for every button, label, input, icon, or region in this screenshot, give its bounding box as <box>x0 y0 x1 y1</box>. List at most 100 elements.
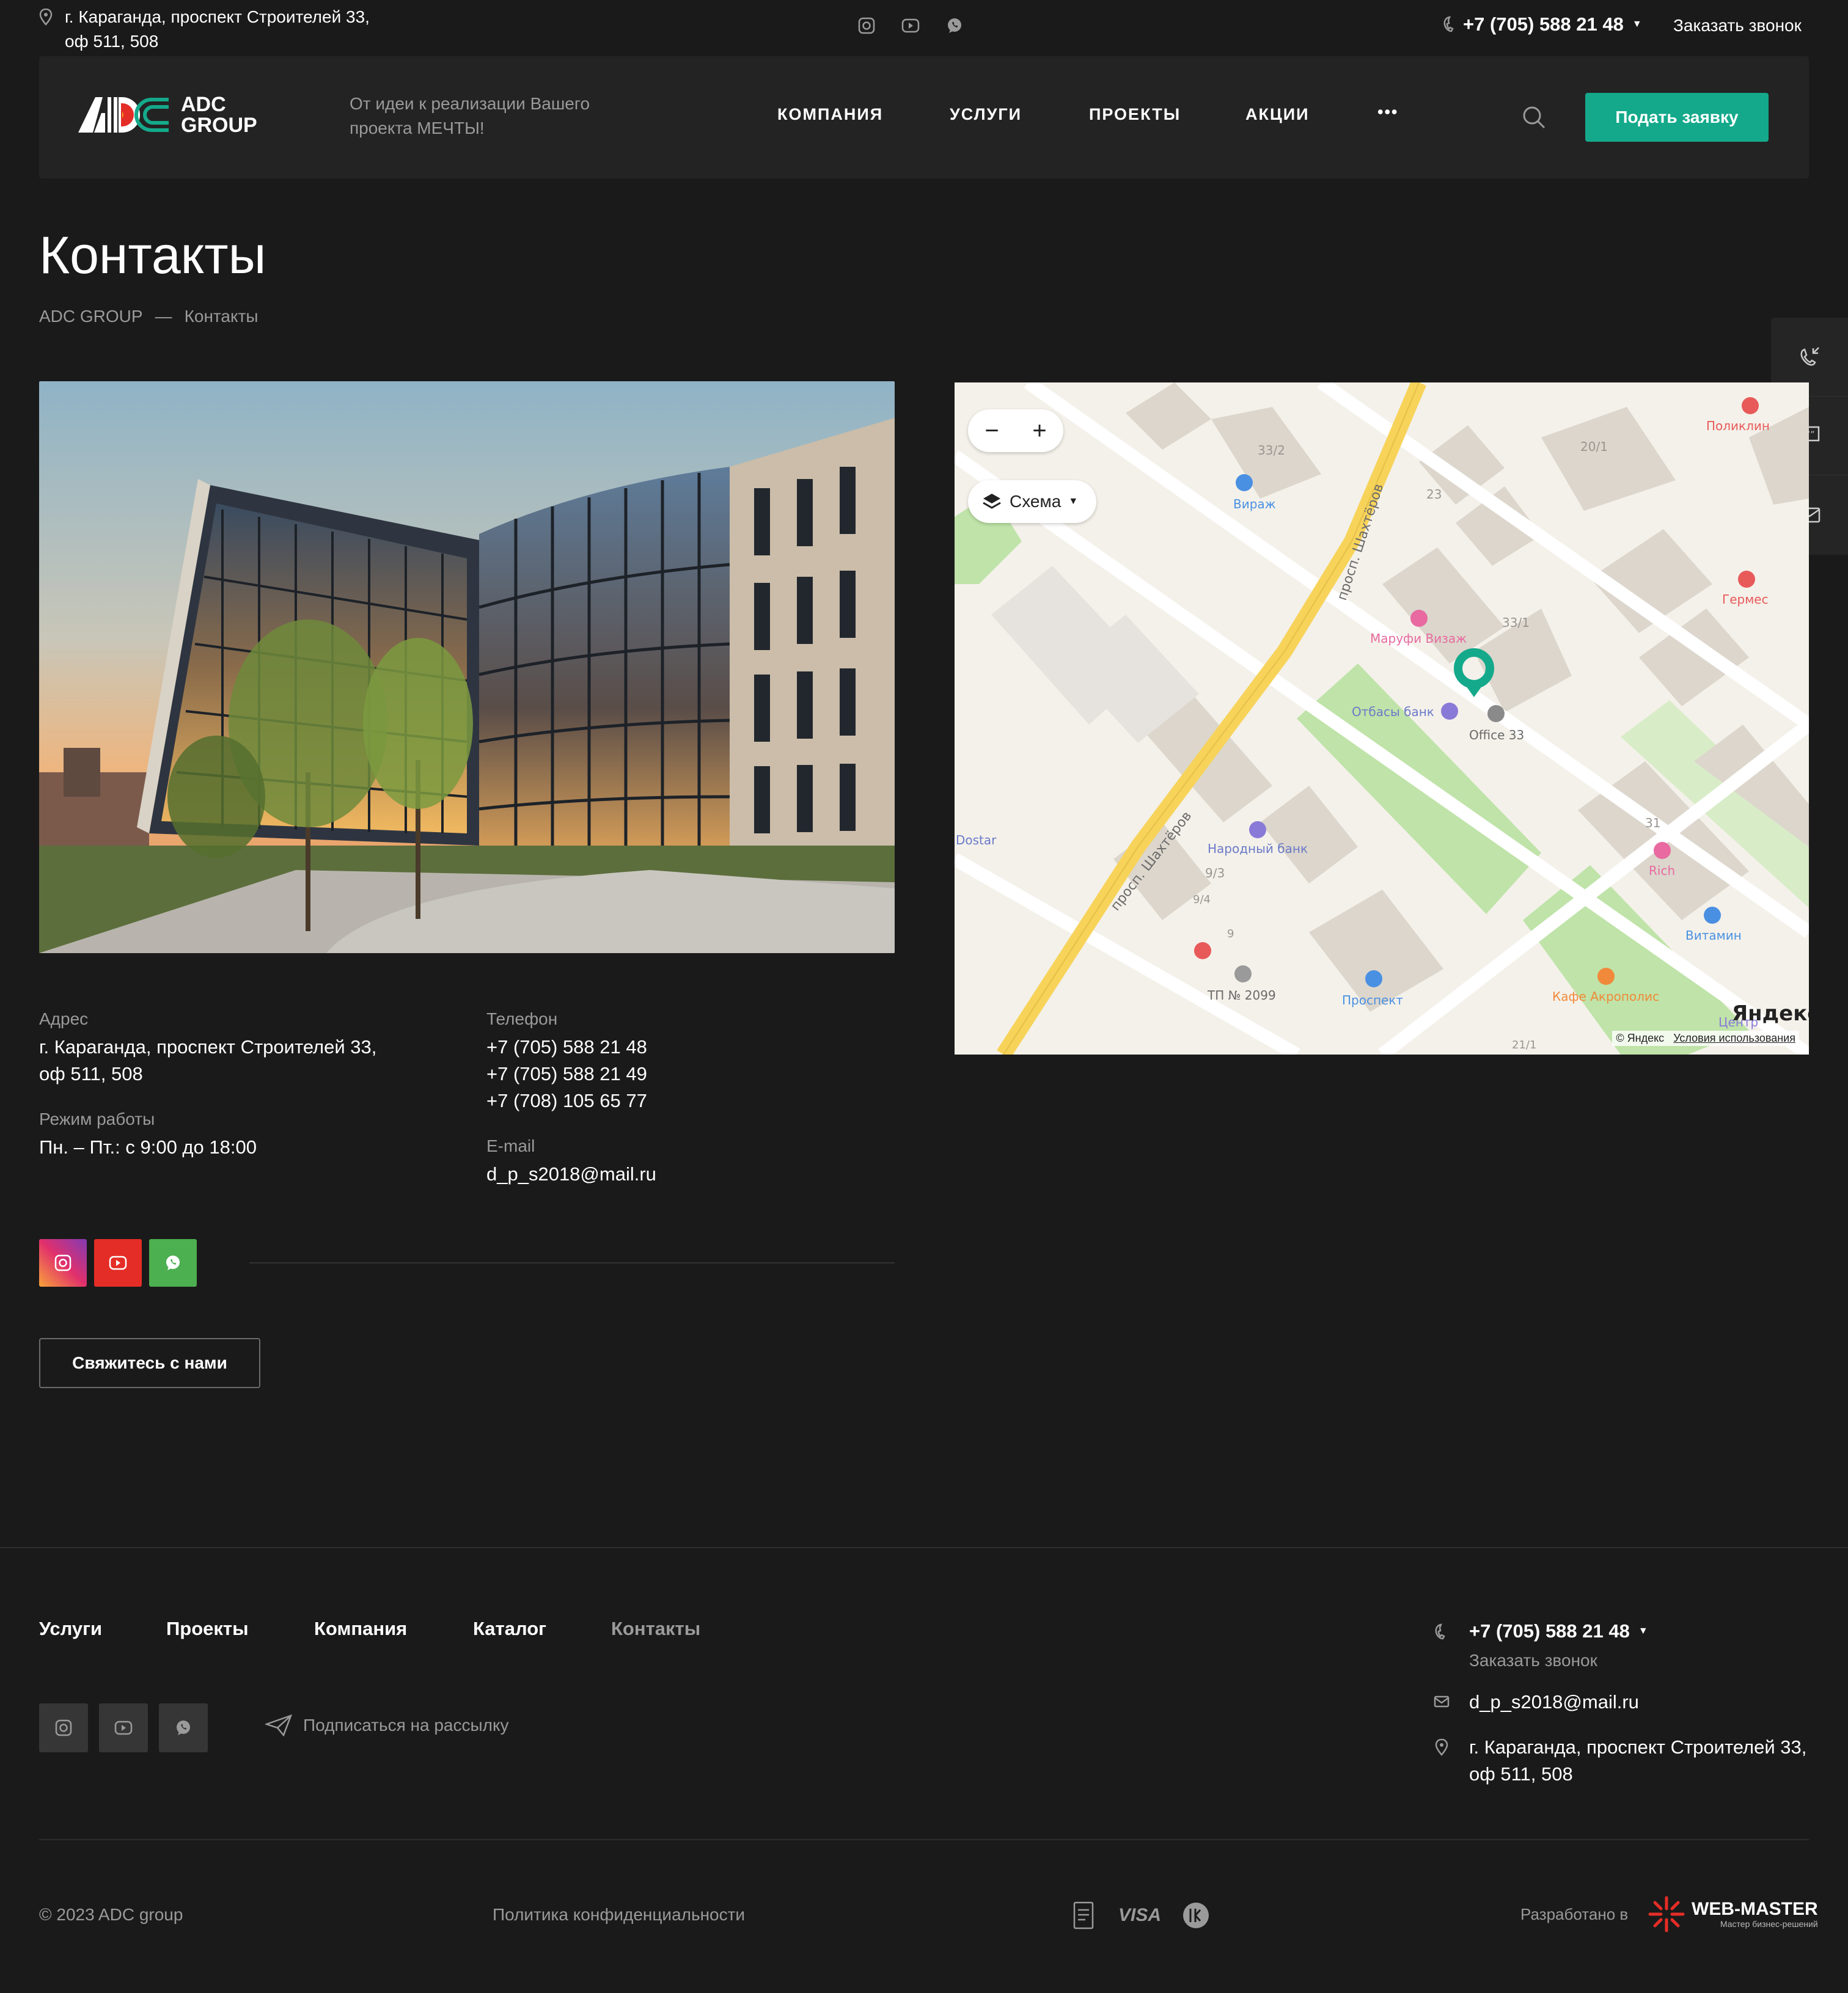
footer-nav-company[interactable]: Компания <box>314 1618 407 1640</box>
map-label-tp: ТП № 2099 <box>1207 988 1276 1003</box>
map-zoom-in-button[interactable]: + <box>1032 417 1046 445</box>
divider <box>249 1262 895 1263</box>
address-value: г. Караганда, проспект Строителей 33, оф… <box>39 1034 376 1088</box>
map-label-vitamin: Витамин <box>1685 928 1742 943</box>
nav-projects[interactable]: ПРОЕКТЫ <box>1089 105 1181 124</box>
contacts-social <box>39 1239 197 1287</box>
nav-services[interactable]: УСЛУГИ <box>950 105 1022 124</box>
payment-methods: VISA <box>1071 1900 1210 1931</box>
privacy-policy-link[interactable]: Политика конфиденциальности <box>493 1905 745 1925</box>
map-label: 23 <box>1426 487 1442 502</box>
breadcrumb: ADC GROUP — Контакты <box>39 307 258 326</box>
webmaster-tagline: Мастер бизнес-решений <box>1720 1919 1818 1929</box>
footer-divider <box>0 1547 1848 1548</box>
topbar-social <box>856 15 966 37</box>
phone-link[interactable]: +7 (705) 588 21 48 <box>486 1034 647 1061</box>
footer-address: г. Караганда, проспект Строителей 33, оф… <box>1469 1734 1806 1788</box>
youtube-icon[interactable] <box>900 15 922 37</box>
footer-email-link[interactable]: d_p_s2018@mail.ru <box>1469 1691 1639 1713</box>
submit-request-button[interactable]: Подать заявку <box>1585 93 1769 142</box>
chevron-down-icon: ▼ <box>1638 1626 1648 1636</box>
contact-us-button[interactable]: Свяжитесь с нами <box>39 1338 260 1388</box>
map-brand: Яндекс <box>1732 1001 1809 1026</box>
topbar-address: г. Караганда, проспект Строителей 33, оф… <box>39 5 430 54</box>
breadcrumb-home[interactable]: ADC GROUP <box>39 307 143 326</box>
yandex-map[interactable]: 33/2 Вираж 20/1 Поликлин Гермес Маруфи В… <box>955 382 1809 1055</box>
footer-address-line1: г. Караганда, проспект Строителей 33, <box>1469 1736 1807 1758</box>
topbar-callback-link[interactable]: Заказать звонок <box>1673 16 1802 35</box>
webmaster-logo[interactable]: WEB-MASTER Мастер бизнес-решений <box>1648 1895 1818 1933</box>
map-label-otbasy: Отбасы банк <box>1352 704 1434 719</box>
footer-phone[interactable]: +7 (705) 588 21 48 ▼ <box>1469 1620 1648 1642</box>
tagline-line2: проекта МЕЧТЫ! <box>350 119 485 137</box>
logo-mark-icon <box>78 97 169 133</box>
phone-icon <box>1443 16 1454 32</box>
youtube-icon[interactable] <box>94 1239 142 1287</box>
map-terms-link[interactable]: Условия использования <box>1673 1032 1795 1044</box>
breadcrumb-current: Контакты <box>184 307 258 326</box>
map-label: 21/1 <box>1512 1039 1536 1051</box>
instagram-icon[interactable] <box>39 1703 88 1752</box>
developed-by-label: Разработано в <box>1520 1905 1629 1923</box>
header-tagline: От идеи к реализации Вашего проекта МЕЧТ… <box>350 92 631 141</box>
map-label-germes: Гермес <box>1722 592 1769 607</box>
youtube-icon[interactable] <box>99 1703 148 1752</box>
chevron-down-icon: ▼ <box>1632 19 1642 29</box>
logo-text-line2: GROUP <box>181 114 257 137</box>
logo[interactable]: ADC GROUP <box>78 94 257 136</box>
search-icon[interactable] <box>1522 105 1546 130</box>
nav-promotions[interactable]: АКЦИИ <box>1245 105 1310 124</box>
instagram-icon[interactable] <box>39 1239 87 1287</box>
subscribe-link[interactable]: Подписаться на рассылку <box>265 1714 509 1736</box>
whatsapp-icon[interactable] <box>149 1239 197 1287</box>
map-label-virazh: Вираж <box>1233 497 1276 511</box>
whatsapp-icon[interactable] <box>944 15 966 37</box>
breadcrumb-separator: — <box>155 307 172 326</box>
topbar-phone-number: +7 (705) 588 21 48 <box>1463 13 1624 35</box>
footer-nav-catalog[interactable]: Каталог <box>473 1618 546 1640</box>
location-pin-icon <box>39 9 53 26</box>
topbar-phone[interactable]: +7 (705) 588 21 48 ▼ <box>1442 13 1642 35</box>
map-label-rich: Rich <box>1649 863 1675 878</box>
send-icon <box>265 1714 292 1736</box>
instagram-icon[interactable] <box>856 15 878 37</box>
map-label: 20/1 <box>1580 439 1608 454</box>
webmaster-star-icon <box>1648 1896 1685 1933</box>
map-layer-button[interactable]: Схема ▼ <box>968 480 1096 523</box>
map-label: 31 <box>1645 816 1660 830</box>
email-label: E-mail <box>486 1136 535 1155</box>
address-label: Адрес <box>39 1009 89 1028</box>
topbar-address-line1: г. Караганда, проспект Строителей 33, <box>65 7 370 26</box>
footer-nav-projects[interactable]: Проекты <box>166 1618 249 1640</box>
map-label-marufi: Маруфи Визаж <box>1370 631 1467 646</box>
address-line1: г. Караганда, проспект Строителей 33, <box>39 1036 377 1058</box>
footer-callback-link[interactable]: Заказать звонок <box>1469 1651 1597 1670</box>
logo-text-line1: ADC <box>181 93 226 116</box>
hours-value: Пн. – Пт.: с 9:00 до 18:00 <box>39 1136 257 1158</box>
footer-nav-contacts[interactable]: Контакты <box>611 1618 700 1640</box>
map-zoom-control: − + <box>968 409 1063 452</box>
map-label: 9/3 <box>1205 866 1225 880</box>
email-link[interactable]: d_p_s2018@mail.ru <box>486 1161 656 1188</box>
phone-link[interactable]: +7 (708) 105 65 77 <box>486 1088 647 1114</box>
footer-phone-number: +7 (705) 588 21 48 <box>1469 1620 1630 1642</box>
footer-nav-services[interactable]: Услуги <box>39 1618 102 1640</box>
map-label-narodny: Народный банк <box>1208 841 1308 856</box>
receipt-icon <box>1073 1901 1094 1929</box>
phone-link[interactable]: +7 (705) 588 21 49 <box>486 1061 647 1088</box>
map-copyright: © Яндекс <box>1616 1032 1665 1044</box>
hours-label: Режим работы <box>39 1110 155 1128</box>
map-label-dostar: Dostar <box>956 833 997 847</box>
mail-icon <box>1434 1695 1450 1711</box>
map-label: 9 <box>1227 927 1234 940</box>
nav-more-button[interactable]: ••• <box>1377 103 1398 122</box>
copyright: © 2023 ADC group <box>39 1905 183 1924</box>
footer-social <box>39 1703 208 1752</box>
map-label-office33: Office 33 <box>1469 728 1524 742</box>
map-zoom-out-button[interactable]: − <box>985 417 999 445</box>
layers-icon <box>983 494 1001 509</box>
whatsapp-icon[interactable] <box>159 1703 208 1752</box>
nav-company[interactable]: КОМПАНИЯ <box>777 105 883 124</box>
phone-list: +7 (705) 588 21 48 +7 (705) 588 21 49 +7… <box>486 1034 647 1114</box>
topbar-address-line2: оф 511, 508 <box>65 32 159 51</box>
